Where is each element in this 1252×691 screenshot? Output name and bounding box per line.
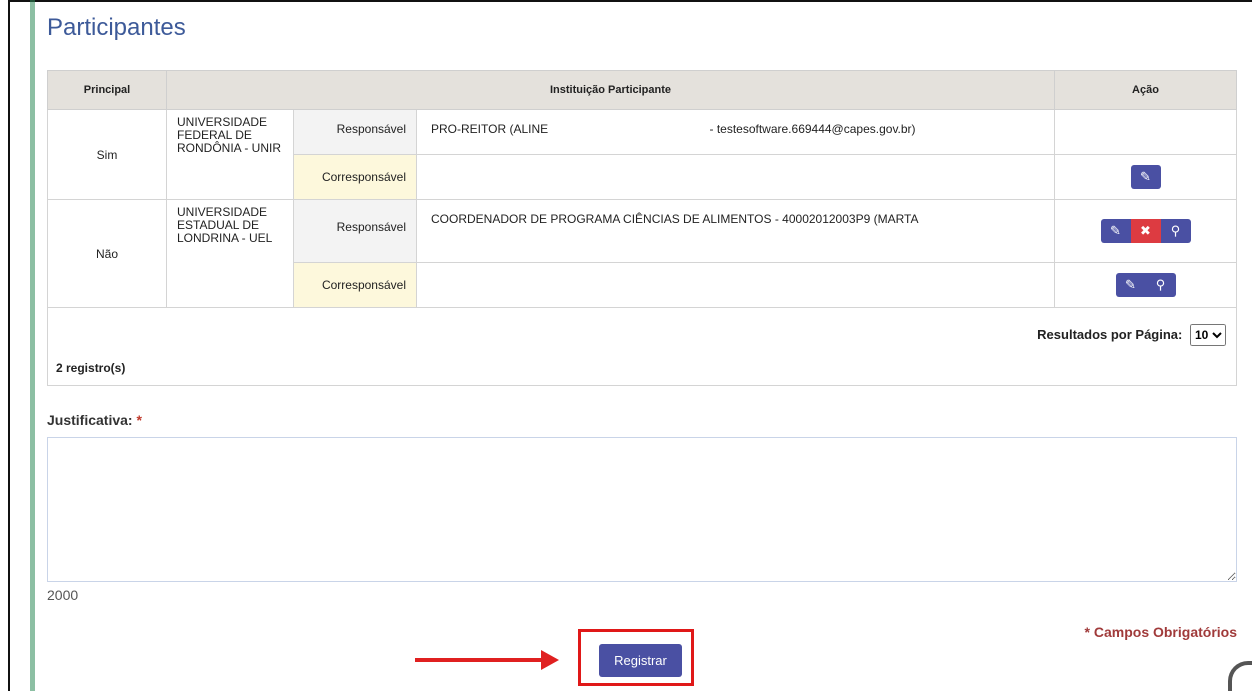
role-label: Responsável	[293, 199, 417, 263]
record-count: 2 registro(s)	[56, 361, 126, 375]
justificativa-label: Justificativa: *	[47, 412, 142, 428]
annotation-arrow-head	[541, 650, 559, 670]
justificativa-label-text: Justificativa:	[47, 412, 133, 428]
edit-icon: ✎	[1110, 223, 1121, 238]
role-label: Corresponsável	[293, 262, 417, 308]
action-cell: ✎ ✖ ⚲	[1054, 199, 1237, 263]
institution-cell: UNIVERSIDADE ESTADUAL DE LONDRINA - UEL	[166, 199, 294, 308]
participants-table: Principal Instituição Participante Ação …	[47, 70, 1237, 386]
frame-left-border	[0, 0, 10, 691]
search-icon: ⚲	[1170, 223, 1181, 238]
responsavel-email: - testesoftware.669444@capes.gov.br)	[709, 122, 916, 136]
edit-button[interactable]: ✎	[1115, 273, 1146, 297]
action-button-group: ✎ ✖ ⚲	[1100, 219, 1191, 243]
mandatory-note: * Campos Obrigatórios	[1084, 624, 1237, 640]
principal-cell: Sim	[47, 109, 167, 200]
role-label: Corresponsável	[293, 154, 417, 200]
close-icon: ✖	[1140, 223, 1151, 238]
page-title: Participantes	[47, 14, 186, 41]
action-cell	[1054, 109, 1237, 155]
registrar-button[interactable]: Registrar	[599, 644, 682, 677]
results-per-page: Resultados por Página: 10	[1037, 324, 1226, 346]
annotation-arrow-line	[415, 658, 543, 662]
table-header-row: Principal Instituição Participante Ação	[47, 70, 1237, 110]
responsavel-cell: PRO-REITOR (ALINE - testesoftware.669444…	[416, 109, 1055, 155]
frame-top-border	[0, 0, 1252, 2]
responsavel-name: PRO-REITOR (ALINE	[431, 122, 549, 136]
results-per-page-select[interactable]: 10	[1190, 324, 1226, 346]
corresponsavel-cell	[416, 262, 1055, 308]
required-mark: *	[136, 412, 142, 428]
action-button-group: ✎	[1130, 165, 1161, 189]
header-acao: Ação	[1054, 70, 1237, 110]
header-instituicao: Instituição Participante	[166, 70, 1055, 110]
delete-button[interactable]: ✖	[1130, 219, 1161, 243]
action-cell: ✎	[1054, 154, 1237, 200]
principal-cell: Não	[47, 199, 167, 308]
role-label: Responsável	[293, 109, 417, 155]
action-button-group: ✎ ⚲	[1115, 273, 1176, 297]
action-cell: ✎ ⚲	[1054, 262, 1237, 308]
edit-button[interactable]: ✎	[1130, 165, 1161, 189]
search-icon: ⚲	[1155, 277, 1166, 292]
corner-partial-icon	[1228, 661, 1252, 691]
left-accent-bar	[30, 0, 35, 691]
results-per-page-label: Resultados por Página:	[1037, 327, 1183, 342]
table-footer-row: Resultados por Página: 10 2 registro(s)	[47, 307, 1237, 386]
header-principal: Principal	[47, 70, 167, 110]
edit-icon: ✎	[1140, 169, 1151, 184]
corresponsavel-cell	[416, 154, 1055, 200]
institution-cell: UNIVERSIDADE FEDERAL DE RONDÔNIA - UNIR	[166, 109, 294, 200]
responsavel-name: COORDENADOR DE PROGRAMA CIÊNCIAS DE ALIM…	[416, 199, 1055, 263]
table-row: Sim UNIVERSIDADE FEDERAL DE RONDÔNIA - U…	[47, 109, 1237, 200]
justificativa-textarea[interactable]	[47, 437, 1237, 582]
table-row: Não UNIVERSIDADE ESTADUAL DE LONDRINA - …	[47, 199, 1237, 308]
view-button[interactable]: ⚲	[1145, 273, 1176, 297]
edit-button[interactable]: ✎	[1100, 219, 1131, 243]
view-button[interactable]: ⚲	[1160, 219, 1191, 243]
edit-icon: ✎	[1125, 277, 1136, 292]
char-counter: 2000	[47, 587, 79, 603]
table-footer: Resultados por Página: 10 2 registro(s)	[47, 307, 1237, 386]
